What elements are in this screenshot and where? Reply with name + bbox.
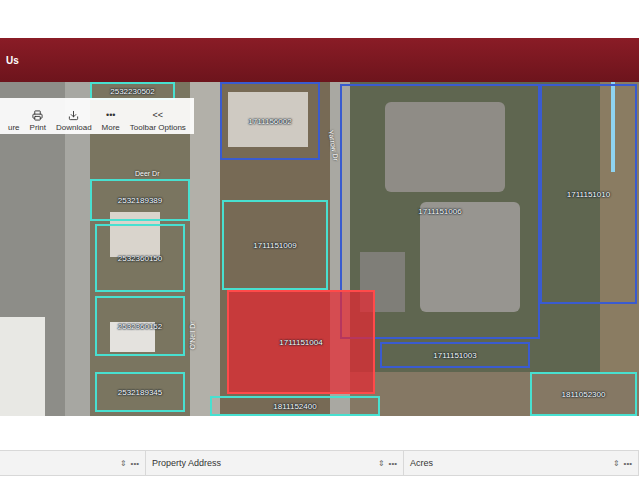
download-icon	[68, 109, 79, 121]
parcel[interactable]: 1811052300	[530, 372, 637, 416]
header-title[interactable]: Us	[6, 55, 19, 66]
printer-icon	[32, 109, 43, 121]
parcel-label: 1711156002	[247, 117, 292, 126]
toolbar-button[interactable]: ure	[4, 100, 24, 132]
column-header[interactable]: Property Address ⇕ •••	[146, 451, 404, 475]
tool-icon: <<	[153, 109, 164, 121]
parcel[interactable]: 1711151009	[222, 200, 328, 290]
parcel-label: 1711151003	[432, 351, 477, 360]
top-strip	[0, 0, 639, 38]
header-bar: Us	[0, 38, 639, 82]
street-label: Deer Dr	[135, 170, 160, 177]
parcel-label: 1711151009	[252, 241, 297, 250]
aerial-area	[600, 82, 639, 416]
parcel[interactable]: 1711151003	[380, 342, 530, 368]
parcel-label: 1711151004	[278, 338, 323, 347]
parcel-label: 2532230502	[109, 87, 156, 96]
parcel-label: 1711151006	[417, 207, 462, 216]
parcel[interactable]: 2532360152	[95, 296, 185, 356]
parcel-label: 1811152400	[272, 402, 317, 411]
aerial-area	[385, 102, 505, 192]
sort-icon[interactable]: ⇕	[378, 459, 385, 468]
toolbar-label: Print	[30, 123, 46, 132]
aerial-area	[110, 212, 160, 257]
toolbar-label: More	[102, 123, 120, 132]
street-label: O'Neil Dr	[189, 321, 196, 349]
parcel-label: 2532189389	[117, 196, 164, 205]
tool-icon: •••	[106, 109, 115, 121]
parcel-label: 1711151010	[566, 190, 611, 199]
parcel-label: 2532360150	[117, 254, 164, 263]
table-header: ⇕ ••• Property Address ⇕ ••• Acres ⇕ •••	[0, 450, 639, 476]
column-header[interactable]: ⇕ •••	[0, 451, 146, 475]
toolbar-button[interactable]: Download	[52, 100, 96, 132]
spacer	[0, 416, 639, 450]
column-header[interactable]: Acres ⇕ •••	[404, 451, 639, 475]
map-toolbar: ure Print Download ••• More << Toolbar Options	[0, 98, 194, 134]
parcel[interactable]: 1711156002	[220, 82, 320, 160]
parcel[interactable]: 1711151004	[227, 290, 375, 394]
aerial-area	[420, 202, 520, 312]
sort-icon[interactable]: ⇕	[120, 459, 127, 468]
column-tools: ⇕ •••	[613, 459, 632, 468]
column-menu-icon[interactable]: •••	[624, 459, 632, 468]
sort-icon[interactable]: ⇕	[613, 459, 620, 468]
column-tools: ⇕ •••	[120, 459, 139, 468]
parcel-label: 2532360152	[117, 322, 164, 331]
parcel[interactable]: 2532360150	[95, 224, 185, 292]
parcel[interactable]: 2532189389	[90, 179, 190, 221]
page: Us 2532230502 1711156002 2532189389 25323601…	[0, 0, 639, 480]
toolbar-label: Download	[56, 123, 92, 132]
parcel-label: 1811052300	[561, 390, 607, 399]
parcel[interactable]: 2532189345	[95, 372, 185, 412]
aerial-area	[190, 82, 220, 416]
toolbar-button[interactable]: ••• More	[98, 100, 124, 132]
column-menu-icon[interactable]: •••	[131, 459, 139, 468]
column-label: Property Address	[152, 458, 221, 468]
toolbar-button[interactable]: << Toolbar Options	[126, 100, 190, 132]
parcel[interactable]: 1811152400	[210, 396, 380, 416]
aerial-area	[0, 317, 45, 416]
column-menu-icon[interactable]: •••	[389, 459, 397, 468]
aerial-area	[611, 82, 615, 172]
map[interactable]: 2532230502 1711156002 2532189389 2532360150…	[0, 82, 639, 416]
column-label: Acres	[410, 458, 433, 468]
toolbar-button[interactable]: Print	[26, 100, 50, 132]
column-tools: ⇕ •••	[378, 459, 397, 468]
parcel-label: 2532189345	[117, 388, 164, 397]
toolbar-label: Toolbar Options	[130, 123, 186, 132]
toolbar-label: ure	[8, 123, 20, 132]
parcel[interactable]: 1711151010	[540, 84, 637, 304]
